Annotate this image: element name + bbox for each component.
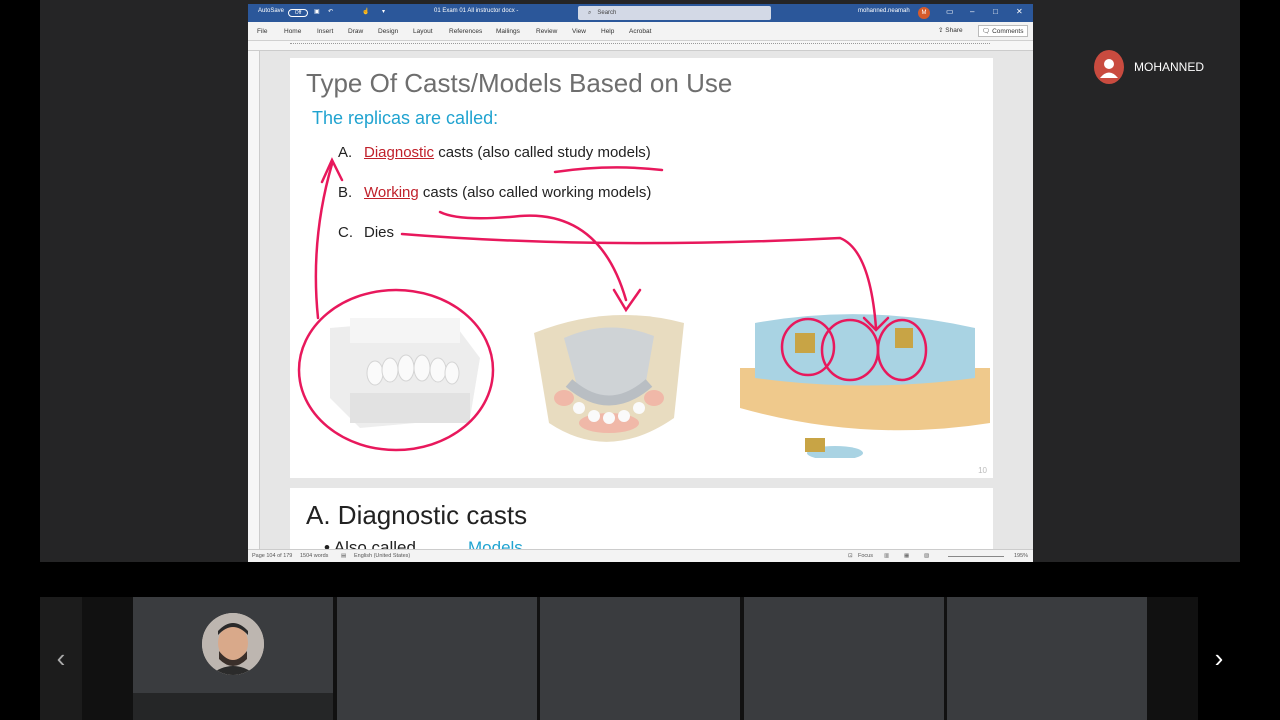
maximize-icon[interactable]: □ [993,7,998,16]
slide-subtitle: The replicas are called: [312,108,499,128]
page-count[interactable]: Page 104 of 179 [252,553,292,559]
dies-image [740,314,990,458]
share-label: Share [945,27,963,34]
comments-button[interactable]: 🗨 Comments [978,25,1028,37]
participant-photo [202,613,264,675]
participant-tile[interactable] [947,597,1147,720]
customize-toolbar-icon[interactable]: ▾ [382,8,385,15]
list-text: casts (also called study models) [434,144,651,161]
next-page-button[interactable]: › [1198,597,1240,720]
web-layout-icon[interactable]: ▧ [924,553,929,559]
list-item: C. Dies [338,224,394,241]
list-text: Dies [364,224,395,241]
tab-file[interactable]: File [257,28,267,35]
save-icon[interactable]: ▣ [314,8,320,15]
ribbon-tabs: File Home Insert Draw Design Layout Refe… [248,22,1033,41]
list-letter: B. [338,184,353,201]
presenter-name: MOHANNED [1133,60,1204,74]
search-input[interactable]: ⌕ Search [578,6,771,20]
zoom-level[interactable]: 195% [1014,553,1028,559]
account-name[interactable]: mohanned.neamah [858,8,910,14]
working-cast-image [534,315,684,442]
autosave-toggle[interactable]: Off [288,9,308,17]
comments-label: Comments [992,28,1024,35]
share-button[interactable]: ⇪ Share [938,26,963,34]
diagnostic-term: Diagnostic [364,144,435,161]
tab-view[interactable]: View [572,28,586,35]
list-letter: A. [338,144,353,161]
zoom-slider[interactable] [948,556,1004,557]
focus-icon[interactable]: ⊡ [848,553,853,559]
vertical-ruler[interactable] [248,51,260,549]
word-window: AutoSave Off ▣ ↶ ☝ ▾ 01 Exam 01 All inst… [248,4,1033,562]
tab-draw[interactable]: Draw [348,28,363,35]
status-bar: Page 104 of 179 1504 words ▤ English (Un… [248,549,1033,562]
participant-avatar [202,613,264,675]
participant-tile[interactable] [540,597,740,720]
tab-mailings[interactable]: Mailings [496,28,520,35]
list-text: casts (also called working models) [418,184,652,201]
working-term: Working [364,184,419,201]
participant-strip: ‹ › [40,597,1240,720]
list-letter: C. [338,224,353,241]
participant-name-bar [133,693,333,720]
tab-review[interactable]: Review [536,28,557,35]
tab-references[interactable]: References [449,28,482,35]
language-status[interactable]: English (United States) [354,553,410,559]
presenter-avatar [1094,50,1124,84]
ruler-scale [290,43,990,49]
print-layout-icon[interactable]: ▦ [904,553,909,559]
user-icon [1099,59,1118,78]
slide-title: Type Of Casts/Models Based on Use [306,68,733,98]
participant-tile[interactable] [744,597,944,720]
document-page-next: A. Diagnostic casts • Also called Models [290,488,993,550]
chevron-right-icon: › [1214,643,1224,673]
ribbon-display-icon[interactable]: ▭ [946,7,954,16]
chevron-left-icon: ‹ [56,643,66,673]
slide-number: 10 [978,466,987,475]
tab-design[interactable]: Design [378,28,398,35]
presenter-tile[interactable]: MOHANNED [1094,50,1204,84]
word-count[interactable]: 1504 words [300,553,328,559]
section-heading: A. Diagnostic casts [306,500,528,530]
list-item: B. Working casts (also called working mod… [338,184,651,201]
word-title-bar: AutoSave Off ▣ ↶ ☝ ▾ 01 Exam 01 All inst… [248,4,1033,22]
close-icon[interactable]: ✕ [1016,7,1023,16]
search-icon: ⌕ [588,9,592,16]
tab-home[interactable]: Home [284,28,301,35]
search-placeholder: Search [597,10,617,16]
document-title: 01 Exam 01 All instructor docx - [434,8,519,14]
comments-icon: 🗨 [982,28,993,35]
focus-button[interactable]: Focus [858,553,873,559]
proofing-icon[interactable]: ▤ [341,553,346,559]
previous-page-button[interactable]: ‹ [40,597,82,720]
horizontal-ruler[interactable] [248,41,1033,51]
account-avatar[interactable]: M [918,7,930,19]
tab-acrobat[interactable]: Acrobat [629,28,651,35]
minimize-icon[interactable]: – [970,7,974,16]
document-page: Type Of Casts/Models Based on Use The re… [290,58,993,478]
autosave-label: AutoSave [258,8,285,14]
list-item: A. Diagnostic casts (also called study mo… [338,144,651,161]
tab-insert[interactable]: Insert [317,28,333,35]
participant-tile[interactable] [337,597,537,720]
participant-tile[interactable] [133,597,333,720]
tab-help[interactable]: Help [601,28,614,35]
read-mode-icon[interactable]: ▥ [884,553,889,559]
diagnostic-cast-image [330,318,480,428]
touch-mode-icon[interactable]: ☝ [362,8,369,15]
tab-layout[interactable]: Layout [413,28,433,35]
undo-icon[interactable]: ↶ [328,8,333,15]
